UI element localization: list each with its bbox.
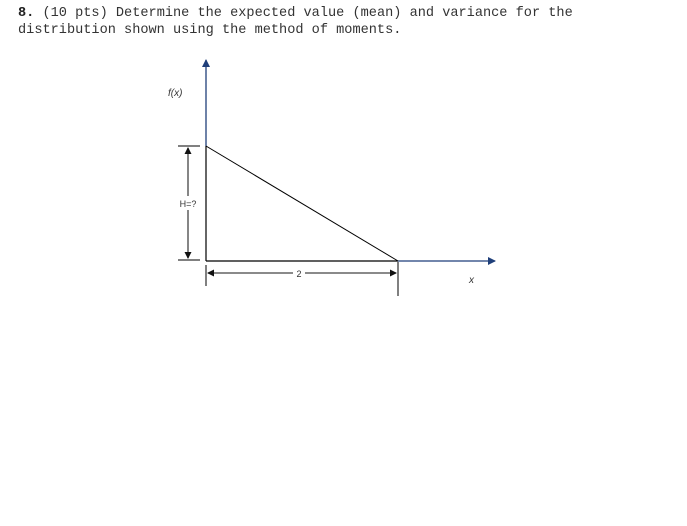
distribution-figure: H=? 2 f(x) x <box>168 59 496 296</box>
width-label: 2 <box>296 269 301 279</box>
x-axis-label: x <box>468 275 475 286</box>
triangle-hypotenuse <box>205 145 399 262</box>
y-axis-label: f(x) <box>168 88 182 99</box>
height-label: H=? <box>180 199 197 209</box>
